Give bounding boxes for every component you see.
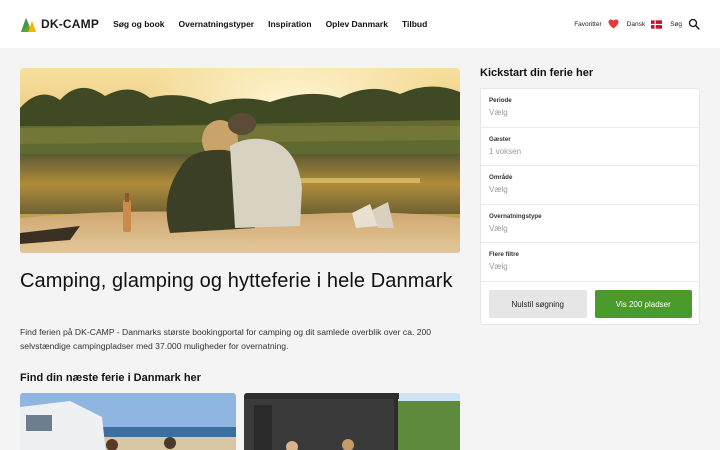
area-field[interactable]: Område Vælg bbox=[481, 166, 699, 205]
card-photo-cabin bbox=[244, 393, 460, 450]
main-nav: Søg og book Overnatningstyper Inspiratio… bbox=[113, 19, 427, 29]
nav-item-tilbud[interactable]: Tilbud bbox=[402, 19, 427, 29]
accommodation-type-field[interactable]: Overnatningstype Vælg bbox=[481, 205, 699, 244]
logo-icon bbox=[21, 18, 36, 32]
field-label: Overnatningstype bbox=[489, 212, 542, 220]
search-label: Søg bbox=[670, 20, 682, 28]
hero-image bbox=[20, 68, 460, 253]
section-heading: Find din næste ferie i Danmark her bbox=[20, 372, 201, 384]
hero-photo bbox=[20, 68, 460, 253]
nav-item-inspiration[interactable]: Inspiration bbox=[268, 19, 311, 29]
destination-card[interactable] bbox=[244, 393, 460, 450]
page-title: Camping, glamping og hytteferie i hele D… bbox=[20, 270, 453, 292]
search-actions: Nulstil søgning Vis 200 pladser bbox=[489, 290, 692, 318]
field-value: Vælg bbox=[489, 223, 508, 233]
field-value: Vælg bbox=[489, 185, 508, 195]
language-label: Dansk bbox=[626, 20, 646, 28]
guests-field[interactable]: Gæster 1 voksen bbox=[481, 128, 699, 167]
language-selector[interactable]: Dansk bbox=[626, 19, 663, 29]
field-value: 1 voksen bbox=[489, 146, 522, 156]
field-label: Område bbox=[489, 174, 513, 182]
field-label: Gæster bbox=[489, 135, 511, 143]
field-value: Vælg bbox=[489, 108, 508, 117]
field-label: Periode bbox=[489, 97, 512, 104]
logo[interactable]: DK-CAMP bbox=[20, 15, 99, 33]
nav-item-sog-og-book[interactable]: Søg og book bbox=[113, 19, 164, 29]
period-field[interactable]: Periode Vælg bbox=[481, 89, 699, 128]
search-icon bbox=[688, 18, 700, 30]
search-panel-title: Kickstart din ferie her bbox=[480, 67, 594, 79]
favorites-label: Favoritter bbox=[574, 20, 602, 28]
favorites-link[interactable]: Favoritter bbox=[574, 19, 619, 29]
show-results-button[interactable]: Vis 200 pladser bbox=[594, 290, 692, 318]
more-filters-field[interactable]: Flere filtre Vælg bbox=[481, 243, 699, 282]
reset-search-button[interactable]: Nulstil søgning bbox=[489, 290, 587, 318]
page-intro: Find ferien på DK-CAMP - Danmarks størst… bbox=[20, 327, 432, 351]
flag-icon bbox=[651, 19, 663, 29]
nav-item-overnatningstyper[interactable]: Overnatningstyper bbox=[179, 19, 255, 29]
search-panel: Periode Vælg Gæster 1 voksen Område Vælg… bbox=[480, 88, 700, 325]
field-value: Vælg bbox=[489, 262, 508, 272]
card-photo-beach bbox=[20, 393, 236, 450]
header-utilities: Favoritter Dansk Søg bbox=[574, 18, 700, 30]
site-header: DK-CAMP Søg og book Overnatningstyper In… bbox=[0, 0, 720, 48]
field-label: Flere filtre bbox=[489, 251, 519, 259]
search-link[interactable]: Søg bbox=[670, 18, 700, 30]
heart-icon bbox=[608, 19, 619, 29]
nav-item-oplev-danmark[interactable]: Oplev Danmark bbox=[326, 19, 388, 29]
brand-name: DK-CAMP bbox=[41, 17, 100, 31]
destination-card[interactable] bbox=[20, 393, 236, 450]
